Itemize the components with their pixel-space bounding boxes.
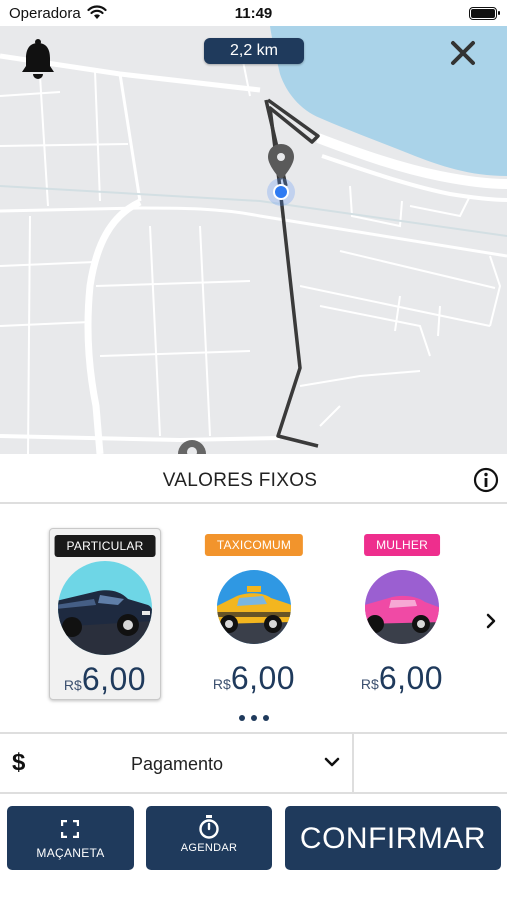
schedule-button-label: AGENDAR [180, 842, 238, 854]
status-bar: Operadora 11:49 [0, 0, 507, 26]
fixed-values-header: VALORES FIXOS [0, 454, 507, 504]
stopwatch-icon [199, 815, 219, 839]
handle-button[interactable]: MAÇANETA [7, 806, 134, 870]
battery-icon [469, 7, 500, 20]
expand-icon [61, 820, 79, 838]
chevron-right-icon[interactable] [482, 610, 500, 632]
category-badge: TAXICOMUM [204, 534, 304, 556]
price-value: 6,00 [81, 661, 147, 697]
category-card-taxicomum[interactable]: TAXICOMUM R$6,00 [198, 528, 310, 700]
category-badge: MULHER [364, 534, 440, 556]
price-value: 6,00 [230, 660, 296, 696]
app-screen: Operadora 11:49 2,2 km VALORES FIXOS PAR… [0, 0, 507, 900]
map-view[interactable]: 2,2 km [0, 26, 507, 454]
category-card-mulher[interactable]: MULHER R$6,00 [346, 528, 458, 700]
category-price: R$6,00 [346, 660, 458, 697]
section-title: VALORES FIXOS [162, 470, 318, 491]
info-icon[interactable] [473, 467, 499, 493]
car-particular-image [58, 561, 152, 655]
currency-symbol: R$ [63, 677, 82, 693]
car-taxi-image [217, 570, 291, 644]
pagination-dots [0, 708, 507, 726]
payment-row: $ Pagamento [0, 732, 507, 794]
currency-symbol: R$ [212, 676, 231, 692]
handle-button-label: MAÇANETA [36, 846, 105, 860]
category-card-particular[interactable]: PARTICULAR R$6,00 [49, 528, 161, 700]
price-value: 6,00 [378, 660, 444, 696]
map-roads [0, 26, 507, 454]
payment-extra-field[interactable] [356, 734, 507, 792]
category-price: R$6,00 [50, 661, 160, 698]
close-icon[interactable] [448, 38, 478, 68]
payment-select[interactable]: $ Pagamento [0, 734, 354, 792]
confirm-button[interactable]: CONFIRMAR [285, 806, 501, 870]
category-price: R$6,00 [198, 660, 310, 697]
bell-icon[interactable] [20, 38, 56, 80]
payment-label: Pagamento [130, 754, 224, 774]
distance-badge: 2,2 km [204, 38, 304, 64]
clock: 11:49 [234, 5, 273, 22]
chevron-down-icon [324, 757, 340, 767]
map-pin-icon [267, 144, 295, 206]
currency-symbol: R$ [360, 676, 379, 692]
schedule-button[interactable]: AGENDAR [146, 806, 272, 870]
car-mulher-image [365, 570, 439, 644]
category-badge: PARTICULAR [54, 535, 156, 557]
category-carousel: PARTICULAR R$6,00 TAXICOMUM R$6,00 MULHE… [0, 506, 507, 732]
confirm-button-label: CONFIRMAR [299, 822, 487, 855]
